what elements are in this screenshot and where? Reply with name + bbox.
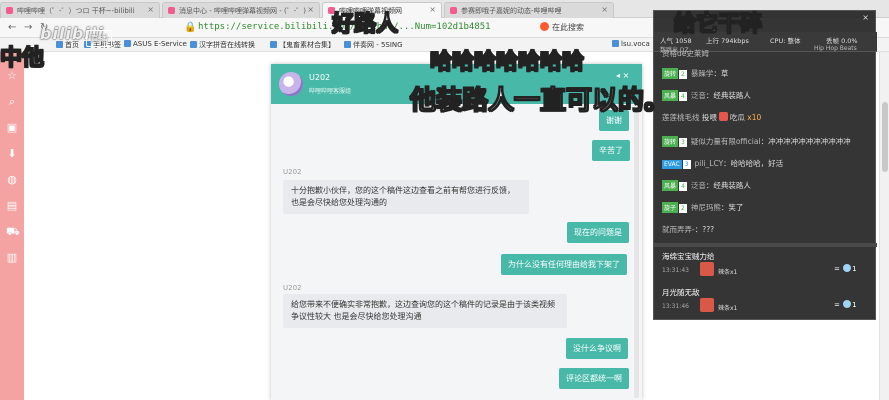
- fan-medal: 旋子: [662, 202, 679, 213]
- overlay-text-left: 中他: [0, 46, 45, 72]
- download-icon[interactable]: ⬇: [6, 148, 18, 160]
- cart-icon[interactable]: ⛟: [6, 226, 20, 238]
- fan-medal: 风暴: [662, 180, 679, 191]
- message-bubble: 评论区都统一啊: [559, 368, 629, 389]
- stats-sub-right: Hip Hop Beats: [814, 45, 857, 52]
- message-sender: U202: [283, 284, 302, 292]
- fan-medal: 旋转: [662, 68, 679, 79]
- danmaku-row: 旋转 3 疑似力量有限official：冲冲冲冲冲冲冲冲冲冲冲: [662, 136, 851, 147]
- coin-icon: [843, 264, 852, 272]
- volume-icon[interactable]: ◂: [616, 71, 620, 80]
- gift-value: = 1: [834, 300, 857, 309]
- overlay-text-top: 好路人: [331, 12, 399, 38]
- danmaku-row: 风暴 4 泛音：经典装路人: [662, 90, 751, 101]
- bilibili-favicon: [6, 7, 13, 14]
- gift-sender: 海绵宝宝贼力给: [662, 252, 715, 261]
- forward-icon[interactable]: →: [24, 22, 32, 33]
- gift-value: = 1: [834, 264, 857, 273]
- panel-divider[interactable]: [654, 243, 877, 247]
- danmaku-row: 莲莲桃毛线 投喂 吃瓜 x10: [662, 112, 762, 122]
- bookmark-voca[interactable]: lsu.voca: [612, 40, 650, 48]
- danmaku-row: 旋转 2 暴躁学：草: [662, 68, 729, 79]
- tab-bilibili-home[interactable]: 哔哩哔哩（゜-゜）つロ 干杯~-bilibili ×: [0, 2, 160, 18]
- back-icon[interactable]: ←: [8, 22, 16, 33]
- search-icon[interactable]: ⌕: [6, 96, 18, 108]
- message-sender: U202: [283, 168, 302, 176]
- gift-sender: 月光随无敌: [662, 288, 700, 297]
- bookmark-icon: [344, 41, 351, 48]
- bookmark-icon: [190, 41, 197, 48]
- gift-entry: 月光随无敌 13:31:46 辣条x1 = 1: [662, 287, 872, 323]
- overlay-subtitle-2: 他装路人一直可以的。: [409, 86, 671, 117]
- agent-avatar: [279, 72, 303, 96]
- fan-medal: EVAC: [662, 160, 682, 169]
- message-bubble: 为什么没有任何理由给我下架了: [501, 254, 627, 275]
- gift-icon: [700, 298, 714, 312]
- panel-close-icon[interactable]: ×: [862, 13, 869, 22]
- message-bubble: 现在的问题是: [567, 222, 629, 243]
- scrollbar-thumb[interactable]: [882, 102, 888, 172]
- chat-icon[interactable]: ◍: [6, 174, 18, 186]
- close-icon[interactable]: ×: [623, 71, 630, 80]
- gift-name: 辣条x1: [718, 269, 738, 276]
- medal-level: 3: [682, 160, 691, 169]
- gift-time: 13:31:43: [662, 267, 689, 274]
- coin-icon: [843, 300, 852, 308]
- close-tab-icon[interactable]: ×: [307, 5, 314, 14]
- page-scrollbar[interactable]: [879, 52, 889, 400]
- bookmark-icon: [612, 40, 619, 47]
- medal-level: 4: [679, 92, 687, 101]
- bookmark-icon: [270, 41, 277, 48]
- frame-loss-stat: 丢帧 0.0%: [826, 37, 858, 45]
- live-danmaku-panel: × 人气 1058 上行 794kbps CPU: 整体 丢帧 0.0% 数跳出…: [653, 10, 877, 323]
- gift-time: 13:31:46: [662, 303, 689, 310]
- agent-name: U202: [309, 73, 331, 82]
- gift-icon: [718, 112, 728, 121]
- agent-team: 哔哩哔哩客服组: [309, 88, 352, 95]
- bilibili-favicon: [450, 7, 457, 14]
- bookmark-pinyin[interactable]: 汉字拼音在线转换: [190, 40, 255, 50]
- message-bubble: 十分抱歉小伙伴，您的这个稿件这边查看之前有帮您进行反馈，也是会尽快给您处理沟通的: [283, 180, 529, 214]
- chat-scrollbar[interactable]: [634, 108, 639, 398]
- danmaku-row: 就而弄弄-：???: [662, 225, 715, 234]
- live-badge: 直播: [86, 30, 113, 47]
- bookmark-asus[interactable]: ASUS E-Service: [124, 40, 187, 48]
- search-button[interactable]: 在此搜索: [540, 22, 584, 33]
- overlay-text-right: 给它干碎: [673, 12, 763, 38]
- bookmark-icon: [124, 40, 131, 47]
- tab-message-center[interactable]: 消息中心 - 哔哩哔哩弹幕视频网 - (゜-゜) ×: [162, 2, 320, 18]
- gift-icon: [700, 262, 714, 276]
- tab-user-dynamic[interactable]: 参赛即哦子嘉妮的动态-哔哩哔哩 ×: [444, 2, 614, 18]
- danmaku-row: 旋子 2 神尼玛熊：笑了: [662, 202, 744, 213]
- gift-entry: 海绵宝宝贼力给 13:31:43 辣条x1 = 1: [662, 251, 872, 287]
- document-icon[interactable]: ▤: [6, 200, 18, 212]
- book-icon[interactable]: ▥: [6, 252, 18, 264]
- bookmark-guichu[interactable]: 【鬼畜素材合集】: [270, 40, 335, 50]
- fan-medal: 旋转: [662, 136, 679, 147]
- medal-level: 4: [679, 182, 687, 191]
- lock-icon: 🔒: [184, 22, 197, 33]
- cpu-stat: CPU: 整体: [770, 37, 801, 45]
- bilibili-favicon: [168, 7, 175, 14]
- message-bubble: 给您带来不便确实非常抱歉，这边查询您的这个稿件的记录是由于该类视频争议性较大 也…: [283, 294, 567, 328]
- message-bubble: 没什么争议啊: [566, 338, 628, 359]
- close-tab-icon[interactable]: ×: [147, 5, 154, 14]
- bookmark-5sing[interactable]: 伴奏网 - 5SING: [344, 40, 403, 50]
- close-tab-icon[interactable]: ×: [429, 5, 436, 14]
- medal-level: 2: [679, 204, 687, 213]
- video-icon[interactable]: ▣: [6, 122, 18, 134]
- danmaku-row: EVAC 3 pili_LCY：哈哈哈哈，好活: [662, 159, 784, 169]
- medal-level: 3: [679, 138, 687, 147]
- danmaku-row: 资格de史莱姆: [662, 49, 709, 58]
- danmaku-list: 资格de史莱姆 旋转 2 暴躁学：草 风暴 4 泛音：经典装路人 莲莲桃毛线 投喂 吃瓜 …: [654, 49, 877, 250]
- overlay-subtitle-1: 哈哈哈哈哈哈哈: [429, 50, 585, 76]
- browser-sidebar: ☆ ⌕ ▣ ⬇ ◍ ▤ ⛟ ▥: [0, 52, 24, 400]
- close-tab-icon[interactable]: ×: [601, 5, 608, 14]
- medal-level: 2: [679, 70, 687, 79]
- search-engine-icon: [540, 22, 549, 31]
- header-controls: ◂ ×: [616, 71, 629, 80]
- danmaku-row: 风暴 4 泛音：经典装路人: [662, 180, 751, 191]
- message-bubble: 辛苦了: [592, 140, 630, 161]
- gift-name: 辣条x1: [718, 305, 738, 312]
